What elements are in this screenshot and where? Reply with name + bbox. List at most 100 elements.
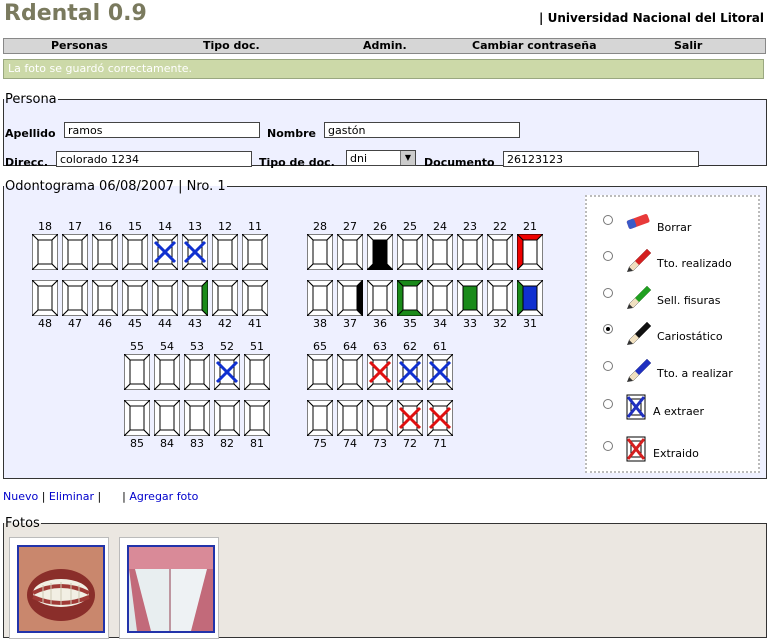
- tooth-17[interactable]: [60, 232, 90, 272]
- tooth-55[interactable]: [122, 352, 152, 392]
- tooth-number: 27: [343, 220, 357, 233]
- photo-thumbnail-2[interactable]: [119, 537, 219, 639]
- tooth-81[interactable]: [242, 398, 272, 438]
- menu-item-personas[interactable]: Personas: [51, 39, 108, 53]
- tooth-number: 42: [218, 317, 232, 330]
- photo-thumbnail-1[interactable]: [9, 537, 109, 639]
- tooth-16[interactable]: [90, 232, 120, 272]
- tooth-number: 47: [68, 317, 82, 330]
- tooth-number: 34: [433, 317, 447, 330]
- tooth-21[interactable]: [515, 232, 545, 272]
- tooth-46[interactable]: [90, 278, 120, 318]
- tooth-51[interactable]: [242, 352, 272, 392]
- tooth-54[interactable]: [152, 352, 182, 392]
- tooth-52[interactable]: [212, 352, 242, 392]
- tooth-number: 72: [403, 437, 417, 450]
- tooth-48[interactable]: [30, 278, 60, 318]
- documento-label: Documento: [424, 156, 495, 169]
- tooth-41[interactable]: [240, 278, 270, 318]
- tooth-34[interactable]: [425, 278, 455, 318]
- eliminar-link[interactable]: Eliminar: [49, 490, 94, 503]
- tooth-36[interactable]: [365, 278, 395, 318]
- menu-item-salir[interactable]: Salir: [674, 39, 702, 53]
- tooth-85[interactable]: [122, 398, 152, 438]
- tooth-22[interactable]: [485, 232, 515, 272]
- pencil-green-icon: [623, 282, 653, 313]
- tooth-74[interactable]: [335, 398, 365, 438]
- tooth-number: 84: [160, 437, 174, 450]
- agregar-foto-link[interactable]: Agregar foto: [129, 490, 198, 503]
- tool-radio[interactable]: [603, 361, 613, 371]
- tooth-25[interactable]: [395, 232, 425, 272]
- chevron-down-icon[interactable]: ▼: [400, 151, 415, 165]
- tooth-64[interactable]: [335, 352, 365, 392]
- menu-item-cambiar-contrasena[interactable]: Cambiar contraseña: [472, 39, 597, 53]
- tool-option-0[interactable]: Borrar: [587, 211, 757, 241]
- tipo-doc-select[interactable]: dni ▼: [346, 150, 416, 166]
- tool-option-5[interactable]: A extraer: [587, 394, 757, 425]
- tool-radio[interactable]: [603, 288, 613, 298]
- tooth-84[interactable]: [152, 398, 182, 438]
- tool-option-4[interactable]: Tto. a realizar: [587, 357, 757, 387]
- tooth-75[interactable]: [305, 398, 335, 438]
- tool-radio[interactable]: [603, 215, 613, 225]
- apellido-field[interactable]: ramos: [64, 122, 260, 138]
- university-name: | Universidad Nacional del Litoral: [539, 11, 764, 25]
- tool-option-1[interactable]: Tto. realizado: [587, 247, 757, 277]
- tooth-number: 74: [343, 437, 357, 450]
- direcc-label: Direcc.: [5, 156, 49, 169]
- tooth-18[interactable]: [30, 232, 60, 272]
- tooth-23[interactable]: [455, 232, 485, 272]
- tooth-13[interactable]: [180, 232, 210, 272]
- tooth-number: 21: [523, 220, 537, 233]
- nombre-field[interactable]: gastón: [324, 122, 520, 138]
- tooth-65[interactable]: [305, 352, 335, 392]
- tool-option-3[interactable]: Cariostático: [587, 320, 757, 350]
- tool-radio[interactable]: [603, 324, 613, 334]
- tool-panel: Borrar Tto. realizado Sell. fisuras Cariost…: [585, 195, 760, 473]
- tooth-32[interactable]: [485, 278, 515, 318]
- direcc-field[interactable]: colorado 1234: [56, 151, 252, 167]
- tooth-11[interactable]: [240, 232, 270, 272]
- tooth-61[interactable]: [425, 352, 455, 392]
- tooth-number: 24: [433, 220, 447, 233]
- tooth-45[interactable]: [120, 278, 150, 318]
- tooth-27[interactable]: [335, 232, 365, 272]
- menu-item-admin[interactable]: Admin.: [363, 39, 407, 53]
- tool-radio[interactable]: [603, 251, 613, 261]
- tooth-number: 18: [38, 220, 52, 233]
- tooth-72[interactable]: [395, 398, 425, 438]
- tooth-53[interactable]: [182, 352, 212, 392]
- tooth-83[interactable]: [182, 398, 212, 438]
- tool-option-6[interactable]: Extraido: [587, 436, 757, 467]
- tooth-33[interactable]: [455, 278, 485, 318]
- menu-item-tipo-doc[interactable]: Tipo doc.: [203, 39, 260, 53]
- tooth-37[interactable]: [335, 278, 365, 318]
- tooth-14[interactable]: [150, 232, 180, 272]
- tooth-31[interactable]: [515, 278, 545, 318]
- documento-field[interactable]: 26123123: [503, 151, 699, 167]
- tooth-24[interactable]: [425, 232, 455, 272]
- tooth-62[interactable]: [395, 352, 425, 392]
- tooth-12[interactable]: [210, 232, 240, 272]
- tooth-number: 81: [250, 437, 264, 450]
- tooth-43[interactable]: [180, 278, 210, 318]
- tooth-44[interactable]: [150, 278, 180, 318]
- tooth-35[interactable]: [395, 278, 425, 318]
- tool-radio[interactable]: [603, 399, 613, 409]
- tooth-number: 62: [403, 340, 417, 353]
- tooth-38[interactable]: [305, 278, 335, 318]
- tool-option-2[interactable]: Sell. fisuras: [587, 284, 757, 314]
- tooth-73[interactable]: [365, 398, 395, 438]
- tooth-28[interactable]: [305, 232, 335, 272]
- tool-radio[interactable]: [603, 441, 613, 451]
- tooth-15[interactable]: [120, 232, 150, 272]
- tooth-26[interactable]: [365, 232, 395, 272]
- tooth-number: 16: [98, 220, 112, 233]
- nuevo-link[interactable]: Nuevo: [3, 490, 38, 503]
- tooth-82[interactable]: [212, 398, 242, 438]
- tooth-63[interactable]: [365, 352, 395, 392]
- tooth-71[interactable]: [425, 398, 455, 438]
- tooth-47[interactable]: [60, 278, 90, 318]
- tooth-42[interactable]: [210, 278, 240, 318]
